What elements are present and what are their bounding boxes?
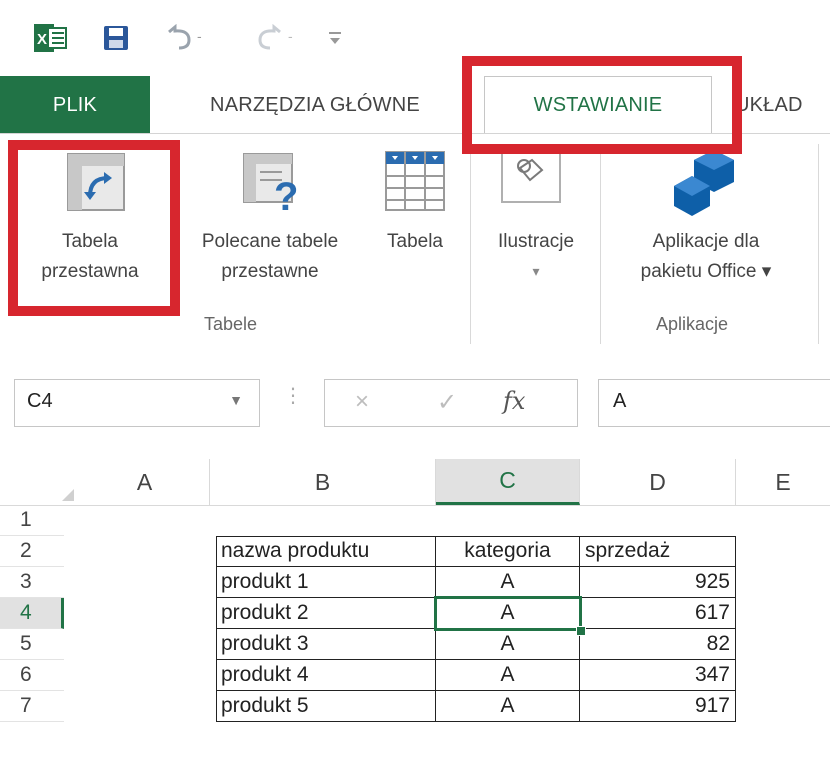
tab-file[interactable]: PLIK <box>0 76 150 134</box>
group-divider <box>470 144 471 344</box>
tab-home[interactable]: NARZĘDZIA GŁÓWNE <box>178 76 452 134</box>
svg-text:-: - <box>197 28 202 44</box>
header-divider <box>0 505 830 506</box>
select-all-corner[interactable] <box>0 459 80 505</box>
save-icon[interactable] <box>98 22 134 54</box>
formula-input-value: A <box>613 390 627 412</box>
apps-for-office-button[interactable]: Aplikacje dla pakietu Office ▾ <box>606 144 806 314</box>
redo-icon[interactable]: - <box>250 22 304 54</box>
table-cell[interactable]: A <box>436 567 580 598</box>
table-cell[interactable]: 347 <box>580 660 736 691</box>
table-header-cell[interactable]: nazwa produktu <box>216 536 436 567</box>
name-box[interactable]: C4 ▼ <box>14 379 260 427</box>
row-header-3[interactable]: 3 <box>0 567 64 598</box>
row-header-7[interactable]: 7 <box>0 691 64 722</box>
row-header-2[interactable]: 2 <box>0 536 64 567</box>
spreadsheet-grid: A B C D E 1 2 3 4 5 6 7 nazwa produktu k… <box>0 443 830 761</box>
table-cell[interactable]: 82 <box>580 629 736 660</box>
enter-icon[interactable]: ✓ <box>437 388 457 417</box>
table-icon <box>384 150 446 222</box>
illustrations-icon <box>500 146 562 212</box>
formula-bar-buttons: × ✓ fx <box>324 379 578 427</box>
table-header-cell[interactable]: kategoria <box>436 536 580 567</box>
excel-icon[interactable]: X <box>32 22 70 54</box>
pivot-table-button[interactable]: Tabela przestawna <box>14 144 166 314</box>
table-cell[interactable]: A <box>436 660 580 691</box>
pivot-table-label-1: Tabela <box>62 231 118 252</box>
table-label: Tabela <box>387 231 443 252</box>
column-header-d[interactable]: D <box>580 459 736 505</box>
ribbon-tabs: PLIK NARZĘDZIA GŁÓWNE WSTAWIANIE UKŁAD <box>0 76 830 134</box>
active-cell-selection[interactable] <box>434 596 582 631</box>
illustrations-label: Ilustracje <box>497 231 575 252</box>
group-label-apps: Aplikacje <box>656 314 729 334</box>
column-header-e[interactable]: E <box>736 459 830 505</box>
fill-handle[interactable] <box>576 626 586 636</box>
table-cell[interactable]: A <box>436 629 580 660</box>
column-header-a[interactable]: A <box>80 459 210 505</box>
column-header-b[interactable]: B <box>210 459 436 505</box>
recommended-pivot-tables-button[interactable]: ? Polecane tabele przestawne <box>172 144 368 314</box>
table-cell[interactable]: 917 <box>580 691 736 722</box>
table-button[interactable]: Tabela <box>372 144 458 314</box>
insert-function-icon[interactable]: fx <box>503 387 525 415</box>
tab-page-layout[interactable]: UKŁAD <box>735 76 830 134</box>
group-divider <box>600 144 601 344</box>
row-header-5[interactable]: 5 <box>0 629 64 660</box>
recommended-pivot-icon: ? <box>242 152 306 222</box>
table-cell[interactable]: produkt 3 <box>216 629 436 660</box>
formula-bar: C4 ▼ ⋮ × ✓ fx A <box>0 361 830 443</box>
row-header-1[interactable]: 1 <box>0 505 64 536</box>
table-cell[interactable]: 617 <box>580 598 736 629</box>
customize-toolbar-icon[interactable] <box>320 22 350 54</box>
name-box-value: C4 <box>27 390 53 412</box>
pivot-table-icon <box>66 152 126 220</box>
apps-for-office-label-1: Aplikacje dla <box>652 231 760 252</box>
column-header-c[interactable]: C <box>436 459 580 505</box>
recommended-pivot-label-1: Polecane tabele <box>201 231 339 252</box>
table-cell[interactable]: produkt 2 <box>216 598 436 629</box>
apps-for-office-label-2: pakietu Office ▾ <box>640 261 772 282</box>
table-header-cell[interactable]: sprzedaż <box>580 536 736 567</box>
illustrations-dropdown-icon: ▾ <box>532 263 540 279</box>
svg-text:?: ? <box>274 175 298 214</box>
table-cell[interactable]: 925 <box>580 567 736 598</box>
recommended-pivot-label-2: przestawne <box>221 261 319 282</box>
group-label-tables: Tabele <box>204 314 258 334</box>
undo-icon[interactable]: - <box>162 22 214 54</box>
table-cell[interactable]: produkt 5 <box>216 691 436 722</box>
illustrations-button[interactable]: Ilustracje ▾ <box>478 144 594 314</box>
row-header-6[interactable]: 6 <box>0 660 64 691</box>
table-cell[interactable]: produkt 1 <box>216 567 436 598</box>
quick-access-toolbar: X - - <box>0 0 830 76</box>
cancel-icon[interactable]: × <box>355 388 369 416</box>
row-header-4[interactable]: 4 <box>0 598 64 629</box>
office-store-icon <box>670 146 744 226</box>
svg-text:-: - <box>288 28 293 44</box>
name-box-dropdown-icon[interactable]: ▼ <box>229 392 243 408</box>
formula-bar-grip-icon[interactable]: ⋮ <box>283 383 303 408</box>
tab-insert[interactable]: WSTAWIANIE <box>484 76 712 134</box>
svg-text:X: X <box>37 31 47 48</box>
formula-input[interactable]: A <box>598 379 830 427</box>
pivot-table-label-2: przestawna <box>41 261 139 282</box>
table-cell[interactable]: A <box>436 691 580 722</box>
table-cell[interactable]: produkt 4 <box>216 660 436 691</box>
group-divider <box>818 144 819 344</box>
ribbon: Tabela przestawna ? Polecane tabele prze… <box>0 133 830 363</box>
